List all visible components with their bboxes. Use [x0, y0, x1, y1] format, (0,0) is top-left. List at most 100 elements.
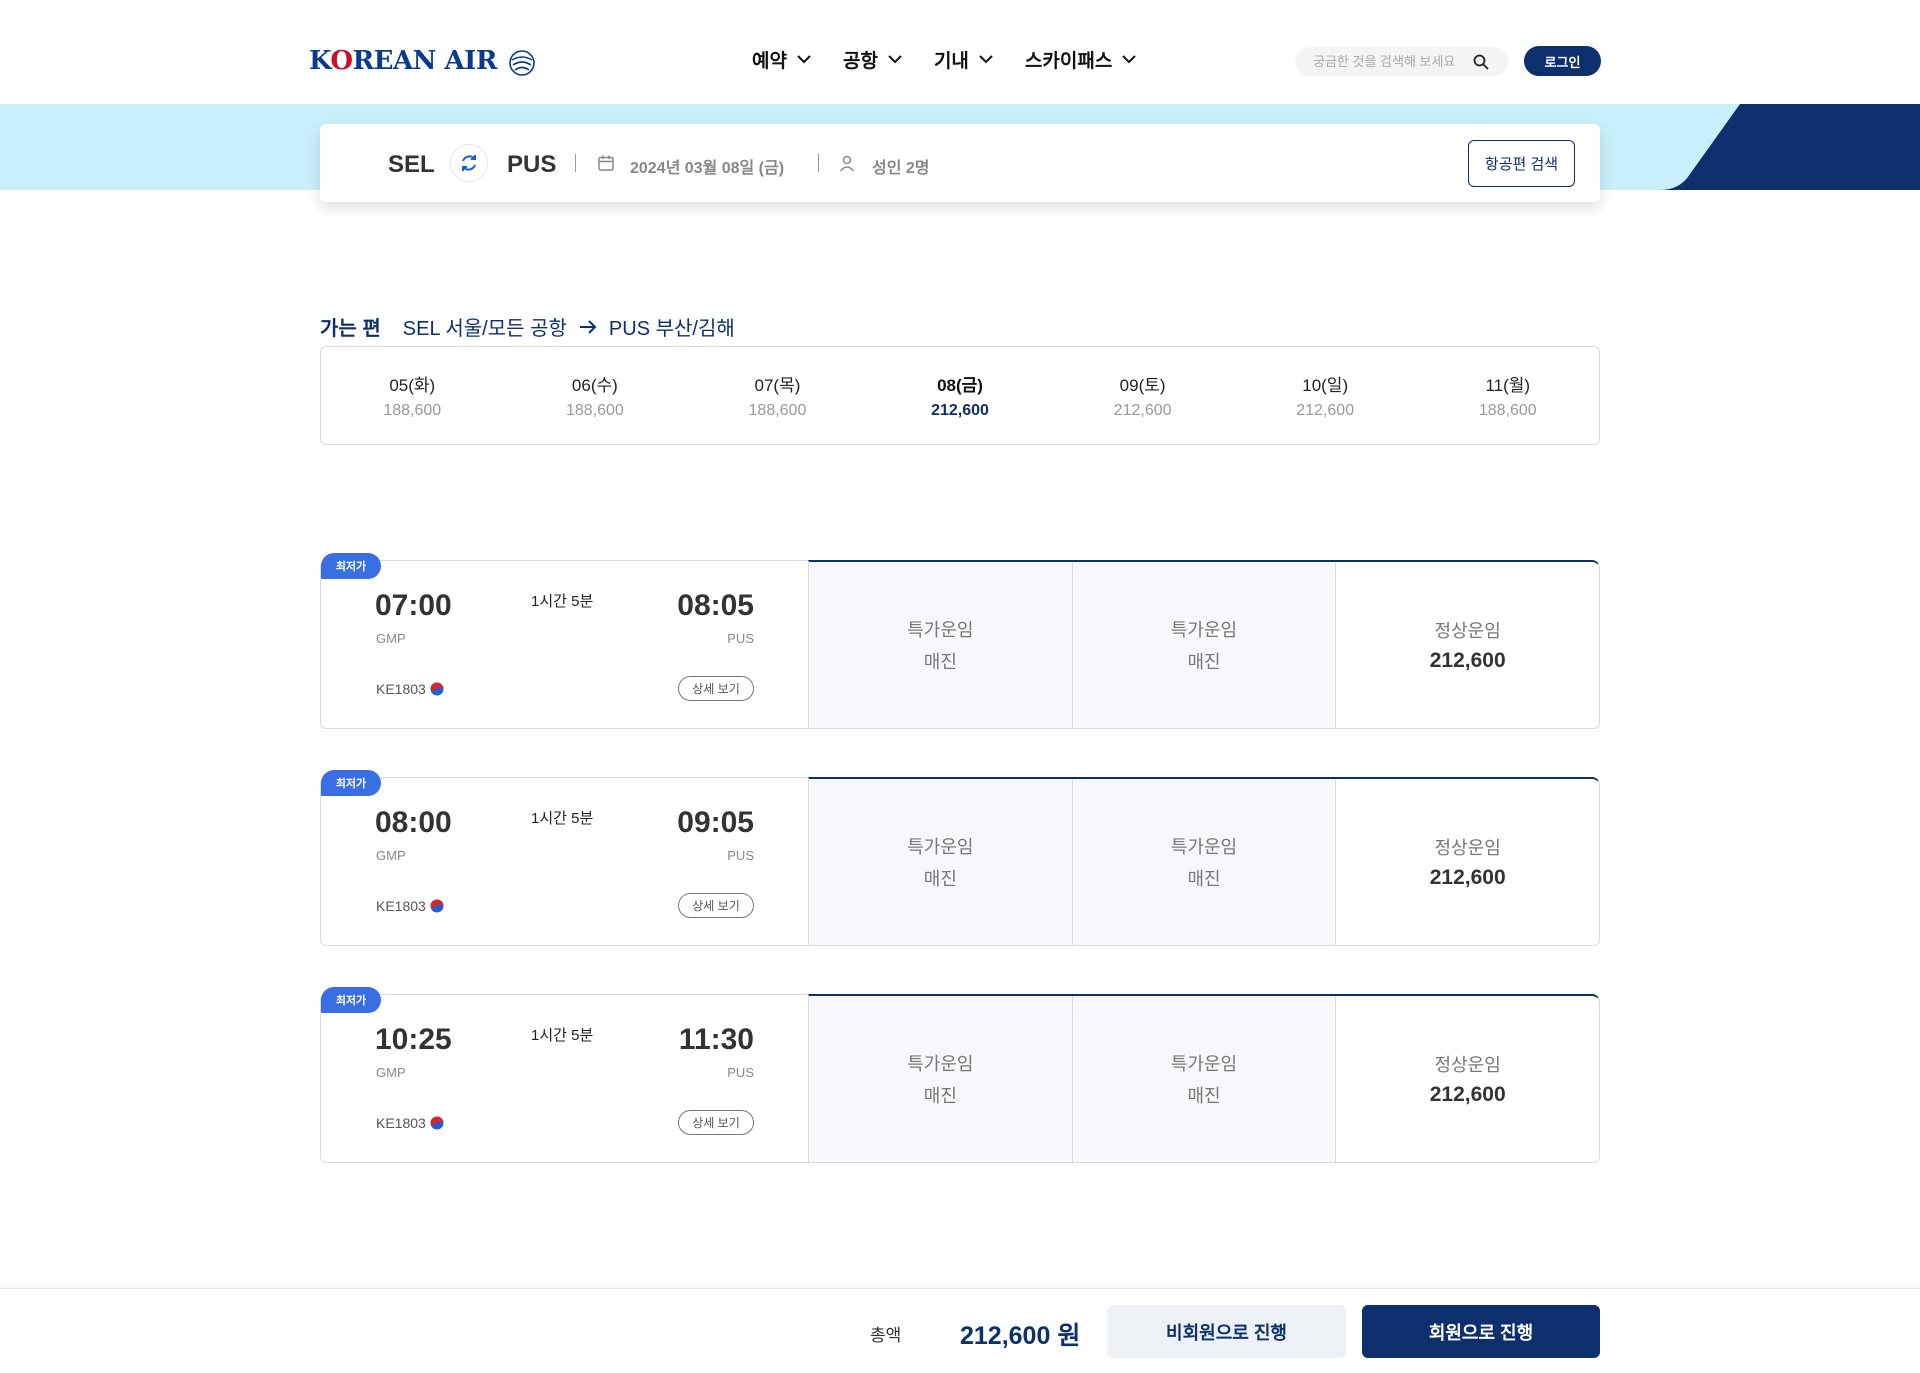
fare-option-soldout: 특가운임 매진 [809, 996, 1073, 1162]
fare-option-soldout: 특가운임 매진 [1072, 562, 1337, 728]
flight-search-button[interactable]: 항공편 검색 [1468, 140, 1575, 187]
lowest-price-badge: 최저가 [321, 553, 381, 579]
search-input[interactable] [1313, 54, 1473, 69]
fare-options: 특가운임 매진 특가운임 매진 정상운임 212,600 [808, 560, 1600, 729]
date-tab[interactable]: 10(일) 212,600 [1234, 347, 1417, 444]
arrival-airport: PUS [727, 848, 754, 863]
person-icon [839, 155, 855, 172]
passenger-count[interactable]: 성인 2명 [872, 154, 930, 178]
departure-airport: GMP [376, 631, 406, 646]
fare-name: 특가운임 [1170, 837, 1238, 857]
main-nav: 예약 공항 기내 스카이패스 [752, 46, 1168, 73]
fare-value: 매진 [1187, 1086, 1221, 1106]
departure-time: 10:25 [375, 1023, 452, 1056]
fare-name: 정상운임 [1434, 838, 1501, 858]
proceed-as-member-button[interactable]: 회원으로 진행 [1362, 1305, 1600, 1358]
date-tab[interactable]: 05(화) 188,600 [321, 347, 504, 444]
fare-name: 특가운임 [1170, 620, 1238, 640]
route-destination: PUS 부산/김해 [608, 318, 735, 340]
chevron-down-icon [797, 55, 811, 64]
fare-option-soldout: 특가운임 매진 [1072, 996, 1337, 1162]
date-label: 08(금) [937, 376, 983, 395]
flight-number: KE1803 [376, 681, 444, 697]
date-tab[interactable]: 06(수) 188,600 [504, 347, 687, 444]
arrival-airport: PUS [727, 631, 754, 646]
route-heading: 가는 편 SEL 서울/모든 공항 PUS 부산/김해 [320, 312, 735, 341]
chevron-down-icon [1122, 55, 1137, 64]
checkout-bar: 총액 212,600 원 비회원으로 진행 회원으로 진행 [0, 1288, 1920, 1373]
date-selector: 05(화) 188,600 06(수) 188,600 07(목) 188,600 0… [320, 346, 1600, 445]
fare-option-standard[interactable]: 정상운임 212,600 [1336, 562, 1599, 728]
flight-duration: 1시간 5분 [531, 1027, 594, 1044]
fare-price: 212,600 [1429, 1083, 1506, 1106]
nav-item-skypass[interactable]: 스카이패스 [1024, 46, 1137, 73]
nav-label: 예약 [752, 51, 787, 72]
divider [575, 154, 576, 172]
flight-detail-button[interactable]: 상세 보기 [678, 1110, 754, 1135]
fare-option-standard[interactable]: 정상운임 212,600 [1336, 996, 1599, 1162]
arrival-time: 09:05 [677, 806, 754, 839]
logo-wordmark: KOREAN AIR [309, 46, 497, 76]
date-label: 11(월) [1485, 376, 1531, 395]
flight-number-text: KE1803 [376, 898, 426, 914]
proceed-as-guest-button[interactable]: 비회원으로 진행 [1107, 1305, 1346, 1358]
nav-item-reservation[interactable]: 예약 [752, 46, 811, 73]
flight-detail-button[interactable]: 상세 보기 [678, 893, 754, 918]
date-tab-selected[interactable]: 08(금) 212,600 [869, 347, 1052, 444]
fare-name: 정상운임 [1434, 621, 1501, 641]
nav-label: 공항 [842, 51, 878, 72]
banner-stripe [1660, 104, 1920, 190]
departure-time: 07:00 [375, 589, 452, 622]
korean-air-mark-icon [430, 682, 444, 696]
swap-route-button[interactable] [450, 144, 488, 182]
direction-label: 가는 편 [320, 318, 381, 340]
date-label: 06(수) [571, 376, 618, 395]
date-label: 10(일) [1302, 376, 1349, 395]
date-tab[interactable]: 11(월) 188,600 [1416, 347, 1599, 444]
arrival-airport: PUS [727, 1065, 754, 1080]
nav-item-airport[interactable]: 공항 [843, 46, 902, 73]
fare-value: 매진 [1187, 869, 1221, 889]
nav-label: 스카이패스 [1024, 51, 1113, 72]
destination-code[interactable]: PUS [507, 151, 556, 179]
korean-air-mark-icon [430, 899, 444, 913]
arrival-time: 08:05 [677, 589, 754, 622]
date-price: 188,600 [383, 402, 442, 419]
fare-option-soldout: 특가운임 매진 [809, 562, 1073, 728]
site-search [1295, 47, 1508, 76]
route-origin: SEL 서울/모든 공항 [402, 318, 567, 340]
date-price: 212,600 [1113, 402, 1172, 419]
date-price: 212,600 [931, 402, 989, 419]
fare-options: 특가운임매진 특가운임매진 정상운임 212,600 [808, 777, 1600, 946]
date-price: 188,600 [748, 402, 807, 419]
date-tab[interactable]: 07(목) 188,600 [686, 347, 869, 444]
search-icon[interactable] [1473, 54, 1489, 70]
flight-card: 최저가 07:00 GMP 1시간 5분 08:05 PUS KE1803 상세… [320, 553, 1600, 729]
login-button[interactable]: 로그인 [1524, 46, 1601, 76]
date-price: 188,600 [565, 402, 624, 419]
fare-option-soldout: 특가운임매진 [1072, 779, 1337, 945]
flight-info: 최저가 08:00 GMP 1시간 5분 09:05 PUS KE1803 상세… [320, 770, 808, 946]
flight-detail-button[interactable]: 상세 보기 [678, 676, 754, 701]
flight-number: KE1803 [376, 1115, 444, 1131]
flight-info: 최저가 07:00 GMP 1시간 5분 08:05 PUS KE1803 상세… [320, 553, 808, 729]
fare-value: 매진 [923, 869, 957, 889]
divider [818, 154, 819, 172]
korean-air-logo[interactable]: KOREAN AIR [309, 44, 539, 78]
lowest-price-badge: 최저가 [321, 770, 381, 796]
fare-option-standard[interactable]: 정상운임 212,600 [1336, 779, 1599, 945]
chevron-down-icon [979, 55, 993, 64]
travel-date[interactable]: 2024년 03월 08일 (금) [630, 154, 784, 178]
flight-duration: 1시간 5분 [531, 593, 594, 610]
flight-card: 최저가 10:25 GMP 1시간 5분 11:30 PUS KE1803 상세… [320, 987, 1600, 1163]
flight-duration: 1시간 5분 [531, 810, 594, 827]
fare-options: 특가운임 매진 특가운임 매진 정상운임 212,600 [808, 994, 1600, 1163]
nav-item-inflight[interactable]: 기내 [934, 46, 993, 73]
arrow-right-icon [579, 319, 597, 334]
nav-label: 기내 [933, 51, 969, 72]
fare-value: 매진 [923, 652, 957, 672]
date-tab[interactable]: 09(토) 212,600 [1051, 347, 1234, 444]
site-header: KOREAN AIR 예약 공항 기내 스카이패스 로그인 [0, 0, 1920, 104]
origin-code[interactable]: SEL [388, 151, 435, 179]
fare-value: 매진 [923, 1086, 957, 1106]
